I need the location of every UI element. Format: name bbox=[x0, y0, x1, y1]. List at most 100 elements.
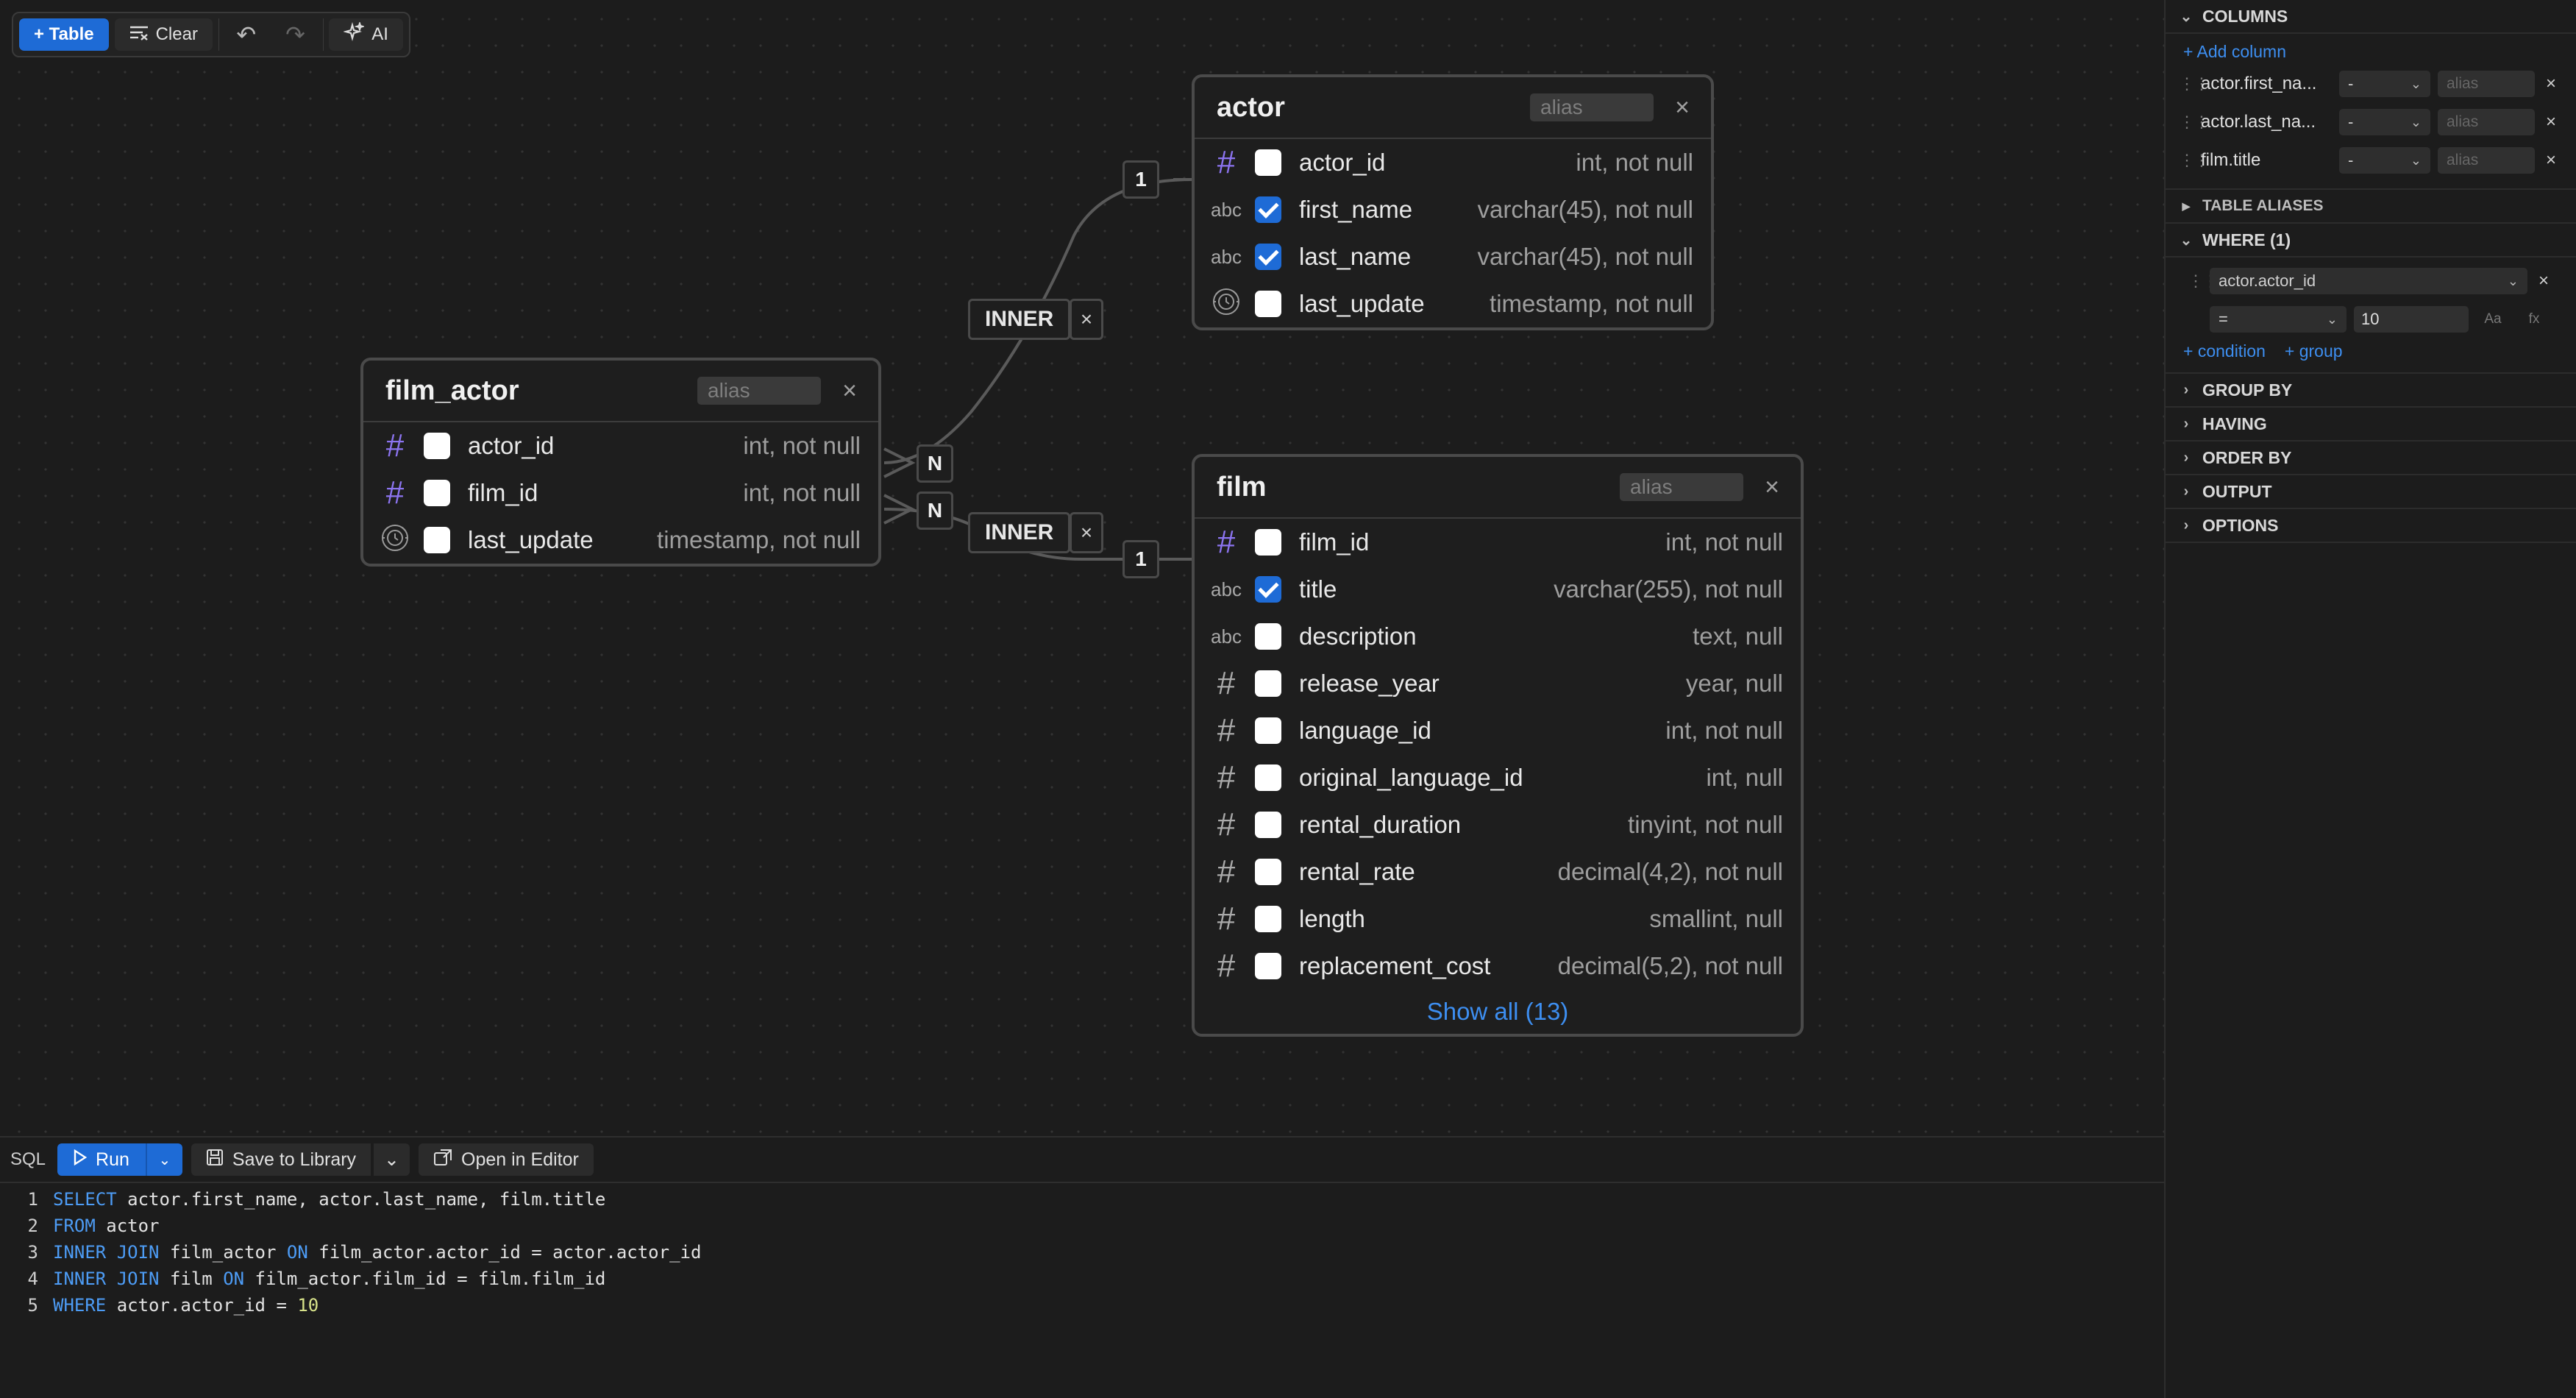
field-select-checkbox[interactable] bbox=[424, 527, 450, 553]
field-select-checkbox[interactable] bbox=[1255, 576, 1281, 603]
clear-button[interactable]: Clear bbox=[114, 18, 213, 51]
remove-condition-button[interactable]: × bbox=[2535, 271, 2552, 291]
table-alias-input[interactable]: alias bbox=[697, 377, 821, 405]
field-select-checkbox[interactable] bbox=[1255, 953, 1281, 979]
table-card-header[interactable]: actor alias × bbox=[1195, 77, 1711, 139]
section-header[interactable]: › OUTPUT bbox=[2166, 475, 2576, 509]
sql-token: SELECT bbox=[53, 1189, 117, 1210]
table-card-film-actor[interactable]: film_actor alias × # actor_id int, not nul… bbox=[360, 358, 881, 567]
drag-handle-icon[interactable]: ⋮⋮ bbox=[2179, 113, 2210, 132]
column-alias-input[interactable]: alias bbox=[2438, 109, 2535, 135]
field-select-checkbox[interactable] bbox=[1255, 244, 1281, 270]
section-header[interactable]: › HAVING bbox=[2166, 408, 2576, 441]
section-header-where[interactable]: ⌄ WHERE (1) bbox=[2166, 224, 2576, 258]
save-to-library-button[interactable]: Save to Library bbox=[191, 1143, 371, 1176]
aggregate-select[interactable]: - ⌄ bbox=[2339, 71, 2430, 97]
where-value-input[interactable]: 10 bbox=[2354, 306, 2469, 333]
table-field-row[interactable]: abc last_name varchar(45), not null bbox=[1195, 233, 1711, 280]
field-select-checkbox[interactable] bbox=[1255, 529, 1281, 556]
column-alias-input[interactable]: alias bbox=[2438, 71, 2535, 97]
add-column-link[interactable]: + Add column bbox=[2166, 38, 2576, 65]
table-card-header[interactable]: film_actor alias × bbox=[363, 361, 878, 422]
remove-table-button[interactable]: × bbox=[839, 377, 861, 405]
run-options-button[interactable]: ⌄ bbox=[145, 1143, 182, 1176]
where-field-select[interactable]: actor.actor_id ⌄ bbox=[2210, 268, 2527, 294]
section-header[interactable]: › OPTIONS bbox=[2166, 509, 2576, 543]
remove-table-button[interactable]: × bbox=[1761, 473, 1783, 502]
aggregate-select[interactable]: - ⌄ bbox=[2339, 147, 2430, 174]
table-field-row[interactable]: abc description text, null bbox=[1195, 613, 1801, 660]
sql-code-editor[interactable]: 1 SELECT actor.first_name, actor.last_nam… bbox=[0, 1183, 2164, 1319]
field-select-checkbox[interactable] bbox=[1255, 859, 1281, 885]
field-select-checkbox[interactable] bbox=[1255, 291, 1281, 317]
redo-button[interactable]: ↷ bbox=[274, 18, 317, 51]
section-header[interactable]: › ORDER BY bbox=[2166, 441, 2576, 475]
field-select-checkbox[interactable] bbox=[424, 433, 450, 459]
field-select-checkbox[interactable] bbox=[1255, 196, 1281, 223]
cardinality-badge: 1 bbox=[1122, 160, 1159, 199]
table-field-row[interactable]: last_update timestamp, not null bbox=[363, 517, 878, 564]
field-select-checkbox[interactable] bbox=[1255, 623, 1281, 650]
section-header-table-aliases[interactable]: ▶ TABLE ALIASES bbox=[2166, 190, 2576, 224]
selected-column-row: ⋮⋮ film.title - ⌄ alias × bbox=[2166, 141, 2576, 180]
table-field-row[interactable]: # actor_id int, not null bbox=[363, 422, 878, 469]
table-field-row[interactable]: # original_language_id int, null bbox=[1195, 754, 1801, 801]
table-field-row[interactable]: # actor_id int, not null bbox=[1195, 139, 1711, 186]
field-select-checkbox[interactable] bbox=[1255, 812, 1281, 838]
table-card-film[interactable]: film alias × # film_id int, not null abc tit… bbox=[1192, 454, 1804, 1037]
open-in-editor-button[interactable]: Open in Editor bbox=[419, 1143, 594, 1176]
table-field-row[interactable]: # language_id int, not null bbox=[1195, 707, 1801, 754]
undo-button[interactable]: ↶ bbox=[224, 18, 268, 51]
case-sensitive-button[interactable]: Aa bbox=[2476, 306, 2510, 333]
join-type-button[interactable]: INNER bbox=[968, 299, 1071, 340]
table-field-row[interactable]: abc first_name varchar(45), not null bbox=[1195, 186, 1711, 233]
table-alias-input[interactable]: alias bbox=[1530, 93, 1654, 121]
sql-token: ON bbox=[223, 1269, 245, 1289]
join-type-button[interactable]: INNER bbox=[968, 512, 1071, 553]
run-button[interactable]: Run bbox=[57, 1143, 146, 1176]
function-button[interactable]: fx bbox=[2517, 306, 2551, 333]
table-field-row[interactable]: # rental_rate decimal(4,2), not null bbox=[1195, 848, 1801, 895]
table-field-row[interactable]: # film_id int, not null bbox=[363, 469, 878, 517]
field-select-checkbox[interactable] bbox=[424, 480, 450, 506]
show-all-columns-link[interactable]: Show all (13) bbox=[1195, 990, 1801, 1034]
select-value: - bbox=[2348, 113, 2354, 131]
query-canvas[interactable]: + Table Clear ↶ ↷ AI actor alias × # acto… bbox=[0, 0, 2164, 1136]
field-select-checkbox[interactable] bbox=[1255, 764, 1281, 791]
aggregate-select[interactable]: - ⌄ bbox=[2339, 109, 2430, 135]
remove-column-button[interactable]: × bbox=[2542, 112, 2560, 132]
table-card-actor[interactable]: actor alias × # actor_id int, not null abc f… bbox=[1192, 74, 1714, 330]
ai-button[interactable]: AI bbox=[329, 18, 403, 51]
remove-column-button[interactable]: × bbox=[2542, 150, 2560, 171]
remove-column-button[interactable]: × bbox=[2542, 74, 2560, 94]
section-header[interactable]: › GROUP BY bbox=[2166, 374, 2576, 408]
table-card-header[interactable]: film alias × bbox=[1195, 457, 1801, 519]
table-field-row[interactable]: # film_id int, not null bbox=[1195, 519, 1801, 566]
add-condition-link[interactable]: + condition bbox=[2183, 341, 2266, 361]
table-field-row[interactable]: # rental_duration tinyint, not null bbox=[1195, 801, 1801, 848]
table-name: film_actor bbox=[385, 375, 519, 406]
field-select-checkbox[interactable] bbox=[1255, 149, 1281, 176]
remove-table-button[interactable]: × bbox=[1671, 93, 1693, 122]
table-field-row[interactable]: # replacement_cost decimal(5,2), not null bbox=[1195, 943, 1801, 990]
field-name: description bbox=[1299, 622, 1417, 650]
table-field-row[interactable]: last_update timestamp, not null bbox=[1195, 280, 1711, 327]
remove-join-button[interactable]: × bbox=[1070, 512, 1103, 553]
column-alias-input[interactable]: alias bbox=[2438, 147, 2535, 174]
table-alias-input[interactable]: alias bbox=[1620, 473, 1743, 501]
section-header-columns[interactable]: ⌄ COLUMNS bbox=[2166, 0, 2576, 34]
save-options-button[interactable]: ⌄ bbox=[372, 1143, 410, 1176]
add-table-button[interactable]: + Table bbox=[19, 18, 109, 51]
drag-handle-icon[interactable]: ⋮⋮ bbox=[2188, 272, 2219, 291]
where-operator-select[interactable]: = ⌄ bbox=[2210, 306, 2346, 333]
table-field-row[interactable]: # length smallint, null bbox=[1195, 895, 1801, 943]
field-select-checkbox[interactable] bbox=[1255, 906, 1281, 932]
drag-handle-icon[interactable]: ⋮⋮ bbox=[2179, 74, 2210, 93]
add-group-link[interactable]: + group bbox=[2285, 341, 2343, 361]
remove-join-button[interactable]: × bbox=[1070, 299, 1103, 340]
drag-handle-icon[interactable]: ⋮⋮ bbox=[2179, 151, 2210, 170]
table-field-row[interactable]: # release_year year, null bbox=[1195, 660, 1801, 707]
field-select-checkbox[interactable] bbox=[1255, 670, 1281, 697]
field-select-checkbox[interactable] bbox=[1255, 717, 1281, 744]
table-field-row[interactable]: abc title varchar(255), not null bbox=[1195, 566, 1801, 613]
